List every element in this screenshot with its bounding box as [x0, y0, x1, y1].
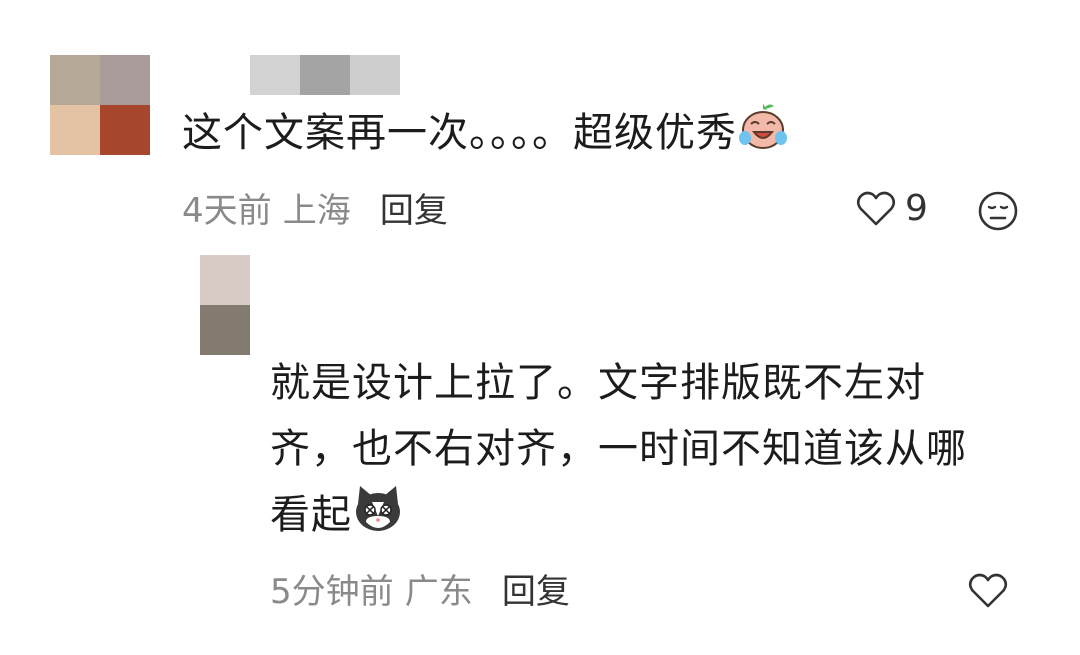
comment-2-avatar[interactable] [200, 255, 250, 355]
redacted-block [250, 55, 300, 95]
avatar-pixel [200, 255, 250, 305]
expressionless-face-icon [977, 190, 1019, 232]
comment-1-like-button[interactable]: 9 [855, 188, 928, 230]
comment-2-time: 5分钟前 [270, 572, 394, 612]
comment-1-meta: 4天前 上海 回复 [182, 191, 448, 231]
comment-1-reply-button[interactable]: 回复 [380, 191, 448, 231]
comment-2-line: 就是设计上拉了。文字排版既不左对 [270, 360, 926, 406]
comment-2-like-button[interactable] [967, 570, 1009, 616]
comment-2-body: 就是设计上拉了。文字排版既不左对 齐，也不右对齐，一时间不知道该从哪 看起 [270, 350, 1030, 554]
comment-2-meta: 5分钟前 广东 回复 [270, 572, 570, 612]
comment-1-like-count: 9 [905, 188, 928, 229]
comment-1-text: 这个文案再一次。。。。超级优秀 [182, 110, 737, 156]
avatar-pixel [50, 55, 100, 105]
redacted-block [300, 55, 350, 95]
avatar-pixel [100, 55, 150, 105]
comment-1-dislike-button[interactable] [977, 190, 1019, 236]
crying-laughing-face-emoji [737, 100, 789, 172]
heart-outline-icon [967, 570, 1009, 612]
comment-2-line: 齐，也不右对齐，一时间不知道该从哪 [270, 426, 967, 472]
avatar-pixel [100, 105, 150, 155]
comment-2-location: 广东 [404, 572, 473, 612]
avatar-pixel [200, 305, 250, 355]
cat-face-emoji [352, 482, 404, 554]
redacted-block [350, 55, 400, 95]
comment-2-line: 看起 [270, 492, 352, 538]
comment-1-avatar[interactable] [50, 55, 150, 155]
avatar-pixel [50, 105, 100, 155]
comment-2-last-line: 看起 [270, 482, 1030, 554]
comment-1-location: 上海 [282, 191, 351, 231]
comment-1-body: 这个文案再一次。。。。超级优秀 [182, 100, 789, 172]
heart-outline-icon [855, 188, 897, 230]
comment-1-time: 4天前 [182, 191, 272, 231]
comment-1-username-redacted[interactable] [250, 55, 400, 95]
comment-2-reply-button[interactable]: 回复 [502, 572, 570, 612]
